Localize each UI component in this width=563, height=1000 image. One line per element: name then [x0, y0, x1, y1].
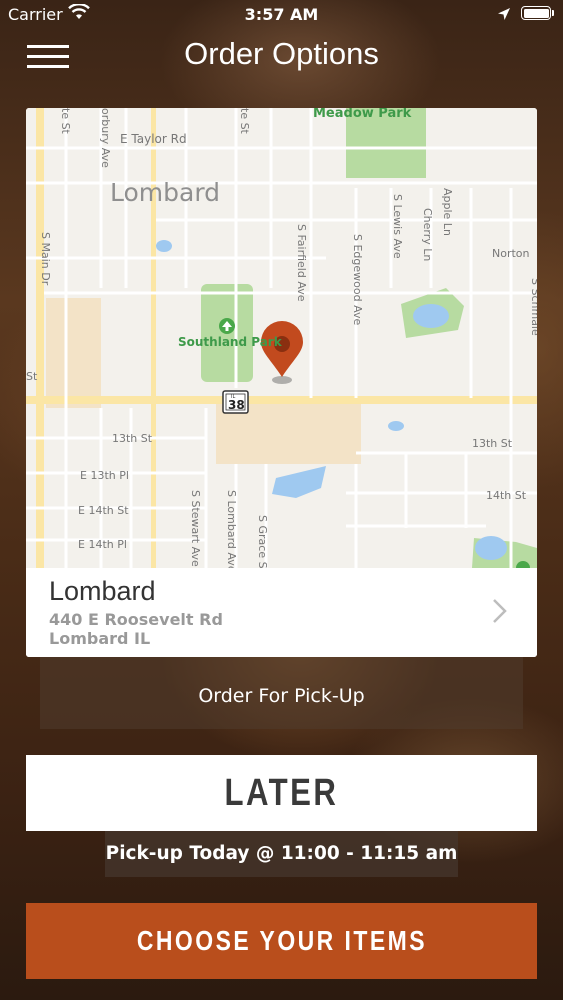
map-label-s-stewart-ave: S Stewart Ave [189, 490, 202, 567]
map-label-e-14th-pl: E 14th Pl [78, 538, 127, 551]
map-label-schmale: S Schmale [529, 278, 537, 336]
map-label-e-taylor-rd: E Taylor Rd [120, 132, 187, 146]
map-label-13th-st-right: 13th St [472, 437, 513, 450]
map-label-e-13th-pl: E 13th Pl [80, 469, 129, 482]
store-map[interactable]: Meadow Park E Taylor Rd Lombard S Main D… [26, 108, 537, 568]
map-label-e-14th-st: E 14th St [78, 504, 129, 517]
location-address-line1: 440 E Roosevelt Rd [49, 610, 223, 629]
map-label-te-st-2: te St [238, 108, 251, 134]
map-label-s-fairfield-ave: S Fairfield Ave [295, 224, 308, 302]
map-label-s-grace-st: S Grace St [256, 515, 269, 568]
map-label-cherry-ln: Cherry Ln [421, 208, 434, 262]
map-label-orbury-ave: orbury Ave [99, 108, 112, 168]
location-card: Meadow Park E Taylor Rd Lombard S Main D… [26, 108, 537, 657]
chevron-right-icon[interactable] [492, 598, 508, 624]
map-label-s-main-dr: S Main Dr [39, 232, 52, 286]
later-button-label: LATER [224, 771, 339, 814]
location-arrow-icon [497, 6, 511, 25]
map-label-southland-park: Southland Park [178, 335, 282, 349]
location-address-line2: Lombard IL [49, 629, 151, 648]
later-button[interactable]: LATER [26, 755, 537, 831]
battery-tip [552, 10, 554, 16]
map-label-meadow-park: Meadow Park [313, 108, 412, 121]
map-label-14th-st: 14th St [486, 489, 527, 502]
map-label-st: St [26, 370, 38, 383]
pickup-time-label: Pick-up Today @ 11:00 - 11:15 am [105, 831, 458, 877]
map-label-te-st: te St [59, 108, 72, 134]
map-label-apple-ln: Apple Ln [441, 188, 454, 236]
map-label-s-lewis-ave: S Lewis Ave [391, 194, 404, 259]
battery-icon [521, 6, 551, 20]
map-label-13th-st-left: 13th St [112, 432, 153, 445]
map-label-route-38: 38 [228, 398, 245, 412]
location-info-row[interactable]: Lombard 440 E Roosevelt Rd Lombard IL [26, 568, 537, 657]
choose-items-button[interactable]: CHOOSE YOUR ITEMS [26, 903, 537, 979]
map-label-lombard: Lombard [110, 178, 221, 207]
map-label-s-lombard-ave: S Lombard Ave [225, 490, 238, 568]
choose-items-label: CHOOSE YOUR ITEMS [136, 925, 427, 956]
status-time: 3:57 AM [244, 5, 319, 24]
status-bar: Carrier 3:57 AM [0, 0, 563, 30]
page-title: Order Options [184, 36, 379, 71]
location-name: Lombard [49, 576, 156, 606]
map-label-norton: Norton [492, 247, 530, 260]
map-label-s-edgewood-ave: S Edgewood Ave [351, 234, 364, 326]
order-type-label[interactable]: Order For Pick-Up [40, 657, 523, 729]
